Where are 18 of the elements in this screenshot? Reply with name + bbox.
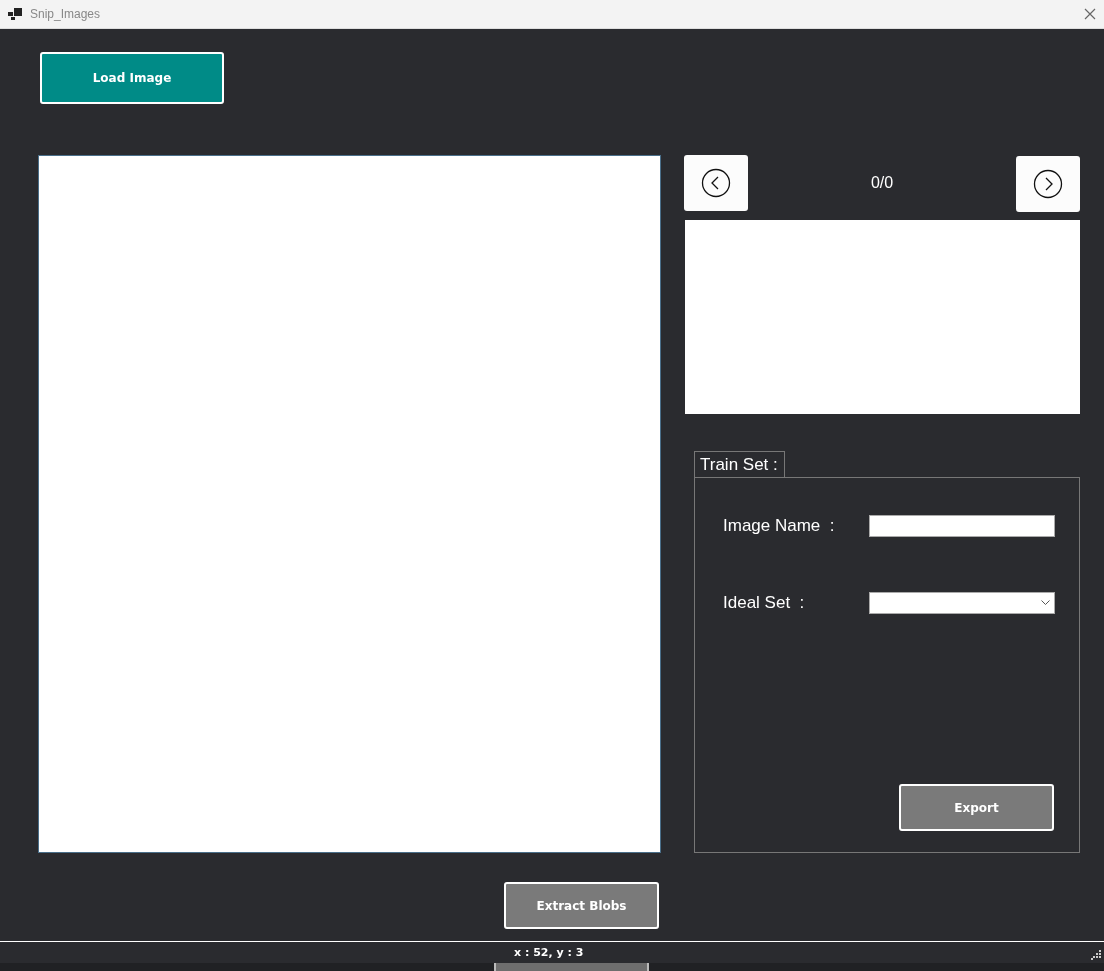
window-title: Snip_Images: [30, 7, 102, 21]
export-button[interactable]: Export: [899, 784, 1054, 831]
resize-grip-icon[interactable]: [1091, 950, 1101, 960]
previous-button[interactable]: [684, 155, 748, 211]
chevron-down-icon: [1041, 600, 1050, 606]
left-circle-icon: [701, 168, 731, 198]
image-name-field[interactable]: [869, 515, 1055, 537]
close-icon[interactable]: [1084, 8, 1096, 20]
field-label: Image Name :: [723, 516, 836, 536]
right-circle-icon: [1033, 169, 1063, 199]
app-icon: [8, 8, 22, 20]
next-button[interactable]: [1016, 156, 1080, 212]
image-counter: 0/0: [870, 174, 894, 192]
field-label: Ideal Set :: [723, 593, 806, 613]
load-image-button[interactable]: Load Image: [40, 52, 224, 104]
extract-blobs-button[interactable]: Extract Blobs: [504, 882, 659, 929]
cursor-position: x : 52, y : 3: [514, 946, 584, 959]
group-title: Train Set :: [694, 451, 785, 477]
